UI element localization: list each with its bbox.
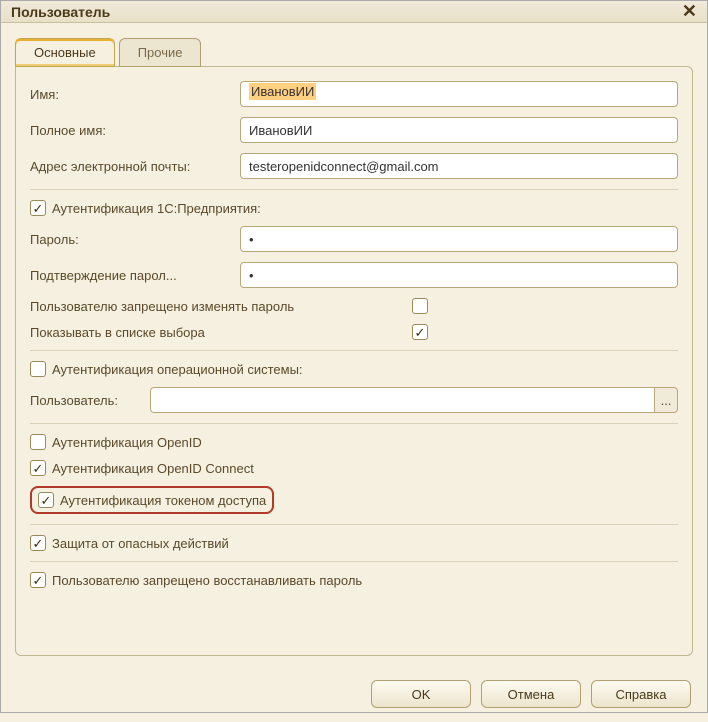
tab-other[interactable]: Прочие — [119, 38, 202, 67]
divider — [30, 189, 678, 190]
titlebar: Пользователь ✕ — [1, 1, 707, 23]
os-user-input[interactable] — [150, 387, 654, 413]
cancel-button[interactable]: Отмена — [481, 680, 581, 708]
ellipsis-icon: ... — [661, 393, 672, 408]
auth-openid-label: Аутентификация OpenID — [52, 435, 202, 450]
os-user-label: Пользователь: — [30, 393, 150, 408]
window-title: Пользователь — [11, 4, 110, 20]
tabs: Основные Прочие — [15, 37, 693, 66]
show-in-list-checkbox[interactable] — [412, 324, 428, 340]
name-input[interactable]: ИвановИИ — [240, 81, 678, 107]
email-input[interactable] — [240, 153, 678, 179]
auth-openid-checkbox[interactable] — [30, 434, 46, 450]
auth-openid-connect-label: Аутентификация OpenID Connect — [52, 461, 254, 476]
divider — [30, 524, 678, 525]
auth-openid-connect-checkbox[interactable] — [30, 460, 46, 476]
show-in-list-label: Показывать в списке выбора — [30, 325, 412, 340]
auth-token-highlight: Аутентификация токеном доступа — [30, 486, 274, 514]
tab-main[interactable]: Основные — [15, 38, 115, 67]
safe-actions-label: Защита от опасных действий — [52, 536, 229, 551]
tab-panel-main: Имя: ИвановИИ Полное имя: Адрес электрон… — [15, 66, 693, 656]
safe-actions-checkbox[interactable] — [30, 535, 46, 551]
cannot-change-pw-label: Пользователю запрещено изменять пароль — [30, 299, 412, 314]
cannot-change-pw-checkbox[interactable] — [412, 298, 428, 314]
password-label: Пароль: — [30, 232, 240, 247]
fullname-label: Полное имя: — [30, 123, 240, 138]
help-button[interactable]: Справка — [591, 680, 691, 708]
os-user-browse-button[interactable]: ... — [654, 387, 678, 413]
close-icon[interactable]: ✕ — [682, 1, 697, 22]
ok-button[interactable]: OK — [371, 680, 471, 708]
email-label: Адрес электронной почты: — [30, 159, 240, 174]
password-input[interactable] — [240, 226, 678, 252]
divider — [30, 350, 678, 351]
divider — [30, 423, 678, 424]
fullname-input[interactable] — [240, 117, 678, 143]
auth-token-label: Аутентификация токеном доступа — [60, 493, 266, 508]
auth-1c-label: Аутентификация 1С:Предприятия: — [52, 201, 261, 216]
footer: OK Отмена Справка — [1, 670, 707, 722]
content-area: Основные Прочие Имя: ИвановИИ Полное имя… — [1, 23, 707, 670]
cannot-restore-pw-checkbox[interactable] — [30, 572, 46, 588]
auth-1c-checkbox[interactable] — [30, 200, 46, 216]
auth-os-label: Аутентификация операционной системы: — [52, 362, 303, 377]
password-confirm-input[interactable] — [240, 262, 678, 288]
auth-os-checkbox[interactable] — [30, 361, 46, 377]
cannot-restore-pw-label: Пользователю запрещено восстанавливать п… — [52, 573, 362, 588]
auth-token-checkbox[interactable] — [38, 492, 54, 508]
user-window: Пользователь ✕ Основные Прочие Имя: Иван… — [0, 0, 708, 713]
password-confirm-label: Подтверждение парол... — [30, 268, 240, 283]
divider — [30, 561, 678, 562]
name-label: Имя: — [30, 87, 240, 102]
